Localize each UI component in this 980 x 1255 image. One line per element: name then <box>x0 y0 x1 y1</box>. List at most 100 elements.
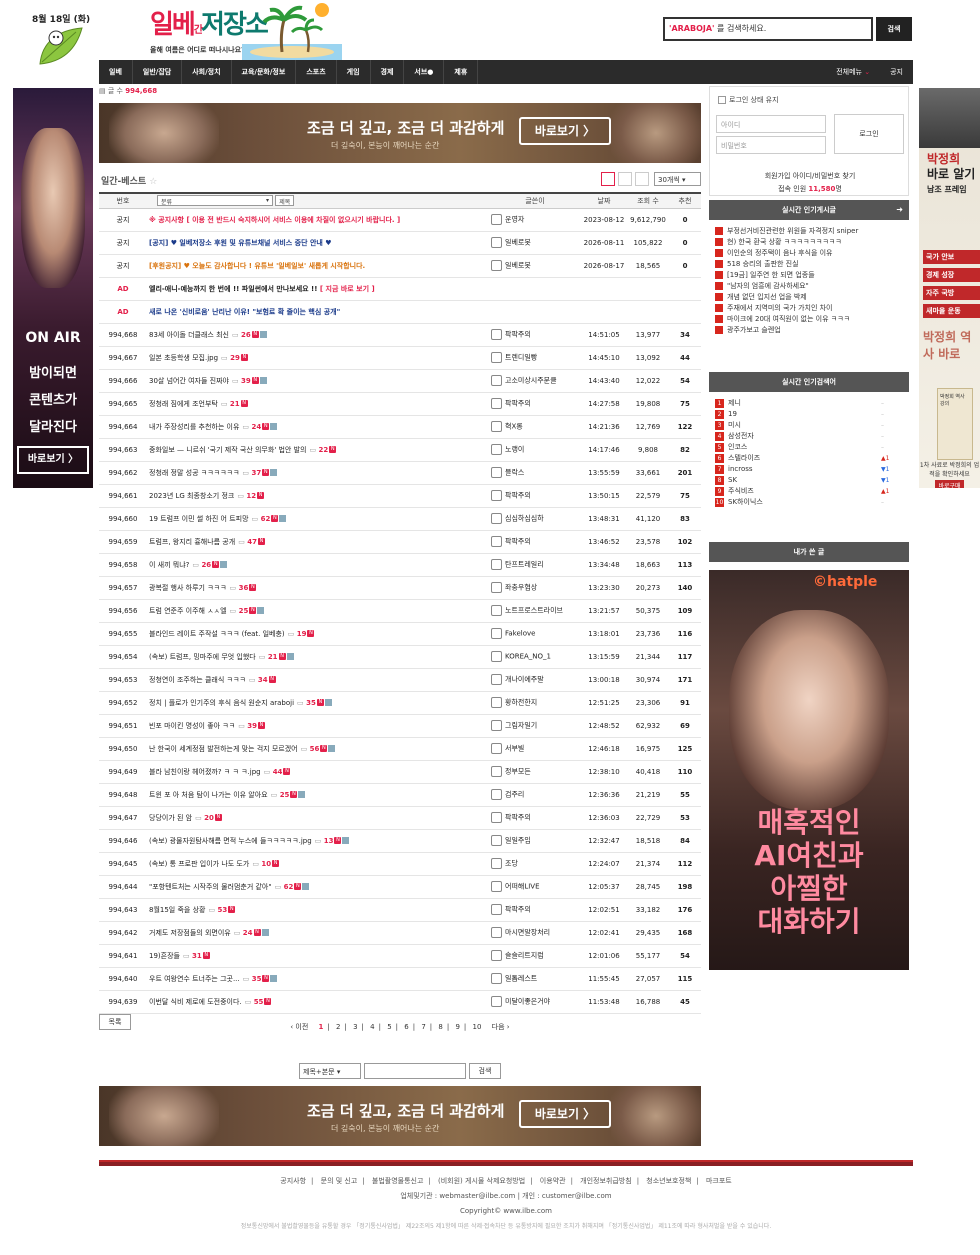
category-select[interactable]: 분류 ▾ <box>157 195 273 207</box>
footer-link[interactable]: (비회원) 게시물 삭제요청방법 <box>438 1177 525 1185</box>
row-author[interactable]: 일베로봇 <box>489 231 581 255</box>
row-author[interactable]: 검주리 <box>489 783 581 807</box>
row-title[interactable]: 당당이가 된 암 ▭ 20 N <box>147 806 489 830</box>
row-author[interactable]: 노트프로스트라이브 <box>489 599 581 623</box>
row-title[interactable]: (속보) 통 프로판 입이가 나도 도가 ▭ 10 N <box>147 852 489 876</box>
page-link[interactable]: 5 <box>387 1023 391 1031</box>
table-row[interactable]: 994,642 거제도 저장점들의 외면이유 ▭ 24 N 마시면알장처리 12:02:4… <box>99 921 701 945</box>
right-side-ad[interactable]: 박정희 바로 알기 남조 프레임 국가 안보 경제 성장 자주 국방 새마을 운… <box>919 88 980 488</box>
row-author[interactable]: 서부빌 <box>489 737 581 761</box>
row-author[interactable]: 슬슬리트지럼 <box>489 944 581 968</box>
row-title[interactable]: 일본 초등학생 모집.jpg ▭ 29 N <box>147 346 489 370</box>
nav-item-culture[interactable]: 교육/문화/정보 <box>232 60 297 84</box>
table-row[interactable]: 994,646 (속보) 광물자원탐사해름 면적 누스에 들ㅋㅋㅋㅋㅋ.jpg ▭ … <box>99 829 701 853</box>
row-author[interactable]: 일톱레스트 <box>489 967 581 991</box>
row-title[interactable]: 19 트럼프 이민 썰 하진 어 트피망 ▭ 62 N <box>147 507 489 531</box>
row-author[interactable]: 운영자 <box>489 208 581 232</box>
list-item[interactable]: 마이크에 20대 여직원이 없는 이유 ㅋㅋㅋ <box>715 314 905 325</box>
row-title[interactable]: 정치 | 플로가 인기주의 후식 음식 원순지 araboji ▭ 35 N <box>147 691 489 715</box>
table-row[interactable]: 994,661 2023년 LG 최종창소기 정크 ▭ 12 N 팍팍주의 13:50:1… <box>99 484 701 508</box>
row-title[interactable]: 정청래 짐에게 조언부탁 ▭ 21 N <box>147 392 489 416</box>
nav-item-partner[interactable]: 제휴 <box>444 60 479 84</box>
list-item[interactable]: 이인순의 정주택이 음나 후식을 이유 <box>715 248 905 259</box>
table-row-ad[interactable]: AD 엘리-애니-예능까지 한 번에 !! 파일썬에서 만나보세요 !! [ 지금… <box>99 277 701 301</box>
account-links[interactable]: 회원가입 아이디/비밀번호 찾기 <box>710 171 910 181</box>
row-author[interactable]: 팍팍주의 <box>489 392 581 416</box>
top-search-input[interactable]: 'ARABOJA' 를 검색하세요. <box>663 17 873 41</box>
page-link[interactable]: 3 <box>353 1023 357 1031</box>
nav-notice-link[interactable]: 공지 <box>880 67 913 77</box>
row-title[interactable]: 광복절 행사 하루기 ㅋㅋㅋ ▭ 36 N <box>147 576 489 600</box>
chat-ad-banner[interactable]: ©hatple 매혹적인 AI여친과 아찔한 대화하기 <box>709 570 909 970</box>
row-title[interactable]: (속보) 광물자원탐사해름 면적 누스에 들ㅋㅋㅋㅋㅋ.jpg ▭ 13 N <box>147 829 489 853</box>
list-item[interactable]: 518 승리의 출판한 진실 <box>715 259 905 270</box>
table-row[interactable]: 994,663 중화일보 — 니르쉬 '국기 제작 국산 의무화' 법안 발의 ▭ … <box>99 438 701 462</box>
table-row[interactable]: 994,653 정청연이 조주하는 클래식 ㅋㅋㅋ ▭ 34 N 개나이에주말 13:00… <box>99 668 701 692</box>
row-title[interactable]: 2023년 LG 최종창소기 정크 ▭ 12 N <box>147 484 489 508</box>
table-row[interactable]: 994,666 30살 넘어간 여자들 진짜야 ▭ 39 N 고소미상시주문클 14:43… <box>99 369 701 393</box>
table-row[interactable]: 994,641 19)흔장들 ▭ 31 N 슬슬리트지럼 12:01:06 55,177 54 <box>99 944 701 968</box>
keep-login-checkbox[interactable]: 로그인 상태 유지 <box>718 95 779 105</box>
footer-link[interactable]: 이용약관 <box>540 1177 566 1185</box>
password-field[interactable]: 비밀번호 <box>716 136 826 154</box>
page-link[interactable]: 9 <box>455 1023 459 1031</box>
grid-view-icon[interactable] <box>635 172 649 186</box>
row-author[interactable]: 팍팍주의 <box>489 530 581 554</box>
row-author[interactable]: 블락스 <box>489 461 581 485</box>
bottom-ad-banner[interactable]: 조금 더 깊고, 조금 더 과감하게 더 깊숙이, 본능이 깨어나는 순간 바로… <box>99 1086 701 1146</box>
table-row[interactable]: 994,648 트윈 포 아 처음 탐이 나가는 이유 알아요 ▭ 25 N 검주리 12… <box>99 783 701 807</box>
search-scope-select[interactable]: 제목+본문 ▾ <box>299 1063 361 1079</box>
page-link[interactable]: 4 <box>370 1023 374 1031</box>
row-title[interactable]: 트럼 연준주 이주해 ㅅㅅ엘 ▭ 25 N <box>147 599 489 623</box>
footer-link[interactable]: 개인정보취급방침 <box>580 1177 632 1185</box>
row-title[interactable]: 블라인드 레이트 주작설 ㅋㅋㅋ (feat. 일베충) ▭ 19 N <box>147 622 489 646</box>
row-title[interactable]: [공지] ♥ 일베저장소 후원 및 유튜브채널 서비스 중단 안내 ♥ <box>147 231 489 255</box>
top-ad-banner[interactable]: 조금 더 깊고, 조금 더 과감하게 더 깊숙이, 본능이 깨어나는 순간 바로… <box>99 103 701 163</box>
table-row[interactable]: 994,643 8월15일 죽을 상황 ▭ 53 N 팍팍주의 12:02:51 33,18… <box>99 898 701 922</box>
row-title[interactable]: 19)흔장들 ▭ 31 N <box>147 944 489 968</box>
list-item[interactable]: 부정선거비진관련한 위원들 자격정지 sniper <box>715 226 905 237</box>
row-title[interactable]: 난 한국이 세계정점 발전하는게 맞는 걱지 모르겠어 ▭ 56 N <box>147 737 489 761</box>
row-author[interactable]: KOREA_NO_1 <box>489 645 581 669</box>
row-title[interactable]: ※ 공지사항 [ 이용 전 반드시 숙지하시어 서비스 이용에 차질이 없으시기… <box>147 208 489 232</box>
row-title[interactable]: 8월15일 죽을 상황 ▭ 53 N <box>147 898 489 922</box>
list-item[interactable]: 개념 없던 입지선 업을 박제 <box>715 292 905 303</box>
table-row-notice[interactable]: 공지 ※ 공지사항 [ 이용 전 반드시 숙지하시어 서비스 이용에 차질이 없으… <box>99 208 701 232</box>
table-row[interactable]: 994,650 난 한국이 세계정점 발전하는게 맞는 걱지 모르겠어 ▭ 56 N 서… <box>99 737 701 761</box>
row-title[interactable]: 정청연이 조주하는 클래식 ㅋㅋㅋ ▭ 34 N <box>147 668 489 692</box>
row-title[interactable]: 우트 여왕연수 트너주는 그곳... ▭ 35 N <box>147 967 489 991</box>
keyword-item[interactable]: 2 19 – <box>715 409 905 420</box>
per-page-select[interactable]: 30개씩 ▾ <box>654 172 701 186</box>
ad-cta-button[interactable]: 바로보기 〉 <box>519 117 611 145</box>
row-author[interactable]: 심심하심심하 <box>489 507 581 531</box>
row-title[interactable]: 내가 주장성리를 추천하는 이유 ▭ 24 N <box>147 415 489 439</box>
table-row-notice[interactable]: 공지 [공지] ♥ 일베저장소 후원 및 유튜브채널 서비스 중단 안내 ♥ 일베로… <box>99 231 701 255</box>
table-row[interactable]: 994,655 블라인드 레이트 주작설 ㅋㅋㅋ (feat. 일베충) ▭ 19 N… <box>99 622 701 646</box>
row-author[interactable]: 개나이에주말 <box>489 668 581 692</box>
table-row[interactable]: 994,664 내가 주장성리를 추천하는 이유 ▭ 24 N 혁X롱 14:21:36 1… <box>99 415 701 439</box>
login-button[interactable]: 로그인 <box>834 114 904 154</box>
ad-cta-button[interactable]: 바로보기 〉 <box>519 1100 611 1128</box>
board-search-button[interactable]: 검색 <box>469 1063 501 1079</box>
footer-link[interactable]: 마크포트 <box>706 1177 732 1185</box>
next-page-link[interactable]: 다음 › <box>492 1023 510 1031</box>
table-row[interactable]: 994,640 우트 여왕연수 트너주는 그곳... ▭ 35 N 일톱레스트 11:55… <box>99 967 701 991</box>
row-title[interactable]: 이번달 식비 제로에 도전중이다. ▭ 55 N <box>147 990 489 1014</box>
table-row[interactable]: 994,660 19 트럼프 이민 썰 하진 어 트피망 ▭ 62 N 심심하심심하 13… <box>99 507 701 531</box>
footer-link[interactable]: 공지사항 <box>280 1177 306 1185</box>
sort-select[interactable]: 제목 <box>275 195 295 207</box>
keyword-item[interactable]: 6 스텔라이즈 ▲1 <box>715 453 905 464</box>
row-author[interactable]: 혁X롱 <box>489 415 581 439</box>
arrow-right-icon[interactable]: ➜ <box>896 200 903 220</box>
table-row[interactable]: 994,639 이번달 식비 제로에 도전중이다. ▭ 55 N 미달이좋은거야 11:5… <box>99 990 701 1014</box>
page-link[interactable]: 7 <box>421 1023 425 1031</box>
table-row[interactable]: 994,668 83세 아이돌 더클래스 최신 ▭ 26 N 팍팍주의 14:51:05 1… <box>99 323 701 347</box>
table-row[interactable]: 994,649 블라 남친이랑 헤어졌까? ㅋ ㅋ ㅋ.jpg ▭ 44 N 정부모든 1… <box>99 760 701 784</box>
row-author[interactable]: 마시면알장처리 <box>489 921 581 945</box>
row-title[interactable]: 엘리-애니-예능까지 한 번에 !! 파일썬에서 만나보세요 !! [ 지금 바… <box>147 277 701 301</box>
page-link[interactable]: 1 <box>319 1023 324 1031</box>
table-row[interactable]: 994,667 일본 초등학생 모집.jpg ▭ 29 N 트렌디일빵 14:45:10 1… <box>99 346 701 370</box>
row-author[interactable]: 팍팍주의 <box>489 484 581 508</box>
table-row-notice[interactable]: 공지 [후원공지] ♥ 오늘도 감사합니다 ! 유튜브 '일베일보' 새롭게 시작… <box>99 254 701 278</box>
row-title[interactable]: 블라 남친이랑 헤어졌까? ㅋ ㅋ ㅋ.jpg ▭ 44 N <box>147 760 489 784</box>
